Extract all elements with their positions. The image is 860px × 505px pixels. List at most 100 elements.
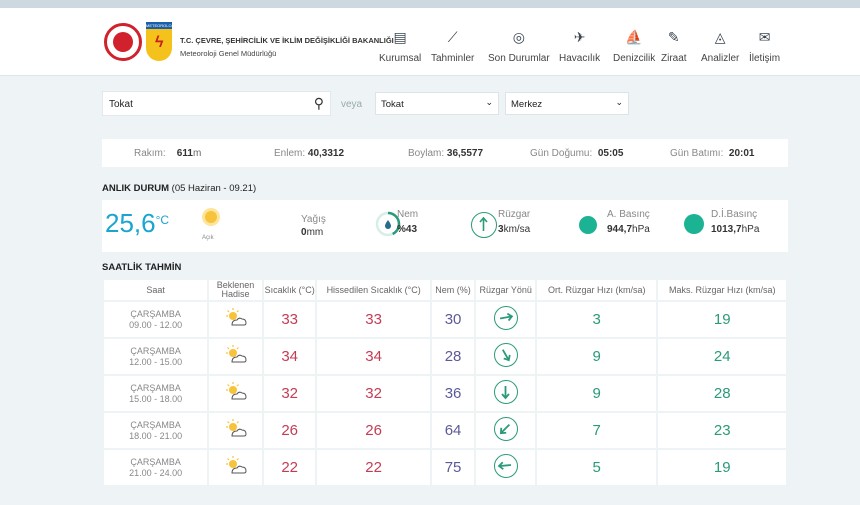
sea-pressure-icon	[684, 214, 704, 234]
wind-max-cell: 19	[656, 300, 788, 339]
wind-avg-cell: 5	[535, 448, 659, 487]
pressure-icon	[579, 216, 597, 234]
sunset: Gün Batımı: 20:01	[670, 148, 755, 159]
nav-i-leti-im[interactable]: ✉ İletişim	[749, 28, 780, 72]
wind-arrow-icon	[493, 417, 518, 441]
province-select[interactable]: Tokat ⌄	[375, 92, 499, 115]
nav-label: İletişim	[749, 53, 781, 64]
document-icon: ▤	[393, 29, 407, 45]
column-header: Sıcaklık (°C)	[261, 278, 318, 302]
weather-cell	[207, 448, 264, 487]
humidity-cell: 28	[429, 337, 477, 376]
weather-cell	[207, 337, 264, 376]
nav-label: Havacılık	[559, 53, 601, 64]
column-header: Nem (%)	[429, 278, 477, 302]
plane-icon: ✈	[573, 29, 586, 45]
wind-dir-cell	[474, 411, 538, 450]
time-cell: ÇARŞAMBA 15.00 - 18.00	[101, 374, 210, 413]
yagis-label: Yağış	[301, 214, 326, 225]
wind-avg-cell: 9	[535, 337, 659, 376]
wind-arrow-icon	[493, 306, 518, 330]
nav-label: Denizcilik	[613, 53, 656, 64]
column-header: Ort. Rüzgar Hızı (km/sa)	[535, 278, 659, 302]
weather-cell	[207, 300, 264, 339]
sunrise: Gün Doğumu: 05:05	[530, 148, 624, 159]
column-header: Beklenen Hadise	[207, 278, 264, 302]
wind-avg-cell: 7	[535, 411, 659, 450]
nem-value: %43	[397, 224, 418, 235]
current-temp: 25,6°C	[105, 208, 170, 238]
time-cell: ÇARŞAMBA 12.00 - 15.00	[101, 337, 210, 376]
hourly-forecast-table: Saat Beklenen Hadise Sıcaklık (°C) Hissedil…	[101, 278, 788, 487]
wind-dir-cell	[474, 448, 538, 487]
table-row: ÇARŞAMBA 12.00 - 15.00 34 34 28 9 24	[101, 337, 788, 376]
district-select[interactable]: Merkez ⌄	[505, 92, 629, 115]
sun-icon	[205, 211, 217, 223]
wind-dir-cell	[474, 337, 538, 376]
column-header: Hissedilen Sıcaklık (°C)	[315, 278, 432, 302]
altitude: Rakım: 611m	[134, 148, 202, 159]
dibasinc-value: 1013,7hPa	[711, 224, 760, 235]
nem-label: Nem	[397, 209, 419, 220]
condition-label: Açık	[202, 235, 214, 241]
nav-tahminler[interactable]: ⟋ Tahminler	[431, 28, 474, 72]
org-subname[interactable]: Meteoroloji Genel Müdürlüğü	[180, 49, 276, 58]
nav-label: Tahminler	[431, 53, 475, 64]
feels-cell: 34	[315, 337, 432, 376]
feels-cell: 22	[315, 448, 432, 487]
chevron-down-icon: ⌄	[485, 97, 493, 107]
chart-icon: ⟋	[447, 29, 458, 45]
wind-max-cell: 28	[656, 374, 788, 413]
search-icon[interactable]: ⚲	[314, 95, 324, 112]
feels-cell: 33	[315, 300, 432, 339]
nav-label: Ziraat	[661, 53, 687, 64]
ruzgar-value: 3km/sa	[498, 224, 531, 235]
org-name[interactable]: T.C. ÇEVRE, ŞEHİRCİLİK VE İKLİM DEĞİŞİKL…	[180, 36, 394, 45]
nav-analizler[interactable]: ◬ Analizler	[701, 28, 739, 72]
partly-sunny-icon	[224, 456, 248, 476]
temp-cell: 32	[261, 374, 318, 413]
mail-icon: ✉	[758, 29, 771, 45]
location-info-bar: Rakım: 611m Enlem: 40,3312 Boylam: 36,55…	[102, 139, 788, 167]
nav-son-durumlar[interactable]: ◎ Son Durumlar	[488, 28, 550, 72]
time-cell: ÇARŞAMBA 09.00 - 12.00	[101, 300, 210, 339]
feels-cell: 32	[315, 374, 432, 413]
yagis-value: 0mm	[301, 227, 324, 238]
column-header: Saat	[101, 278, 210, 302]
ruzgar-label: Rüzgar	[498, 209, 531, 220]
hourly-title: SAATLİK TAHMİN	[102, 262, 182, 273]
chevron-down-icon: ⌄	[615, 97, 623, 107]
latitude: Enlem: 40,3312	[274, 148, 345, 159]
nav-ziraat[interactable]: ✎ Ziraat	[661, 28, 687, 72]
weather-cell	[207, 411, 264, 450]
feels-cell: 26	[315, 411, 432, 450]
current-conditions: 25,6°C Açık Yağış 0mm Nem %43 Rüzgar 3km…	[102, 200, 788, 252]
or-label: veya	[341, 99, 363, 110]
ministry-logo[interactable]	[104, 23, 142, 61]
column-header: Maks. Rüzgar Hızı (km/sa)	[656, 278, 788, 302]
sail-icon: ⛵	[625, 29, 643, 45]
temp-cell: 22	[261, 448, 318, 487]
nav-havac-l-k[interactable]: ✈ Havacılık	[559, 28, 600, 72]
nav-label: Son Durumlar	[488, 53, 550, 64]
table-row: ÇARŞAMBA 09.00 - 12.00 33 33 30 3 19	[101, 300, 788, 339]
time-cell: ÇARŞAMBA 21.00 - 24.00	[101, 448, 210, 487]
search-input[interactable]: Tokat ⚲	[102, 91, 331, 116]
humidity-cell: 75	[429, 448, 477, 487]
nav-kurumsal[interactable]: ▤ Kurumsal	[379, 28, 421, 72]
temp-cell: 34	[261, 337, 318, 376]
nav-denizcilik[interactable]: ⛵ Denizcilik	[613, 28, 655, 72]
check-circle-icon: ◎	[512, 29, 525, 45]
leaf-icon: ✎	[667, 29, 680, 45]
wind-max-cell: 23	[656, 411, 788, 450]
partly-sunny-icon	[224, 419, 248, 439]
table-row: ÇARŞAMBA 15.00 - 18.00 32 32 36 9 28	[101, 374, 788, 413]
partly-sunny-icon	[224, 308, 248, 328]
mgm-logo[interactable]: METEOROLOJİ ϟ	[146, 22, 175, 62]
wind-dir-cell	[474, 374, 538, 413]
longitude: Boylam: 36,5577	[408, 148, 484, 159]
partly-sunny-icon	[224, 382, 248, 402]
table-row: ÇARŞAMBA 18.00 - 21.00 26 26 64 7 23	[101, 411, 788, 450]
weather-cell	[207, 374, 264, 413]
current-title: ANLIK DURUM (05 Haziran - 09.21)	[102, 183, 257, 194]
